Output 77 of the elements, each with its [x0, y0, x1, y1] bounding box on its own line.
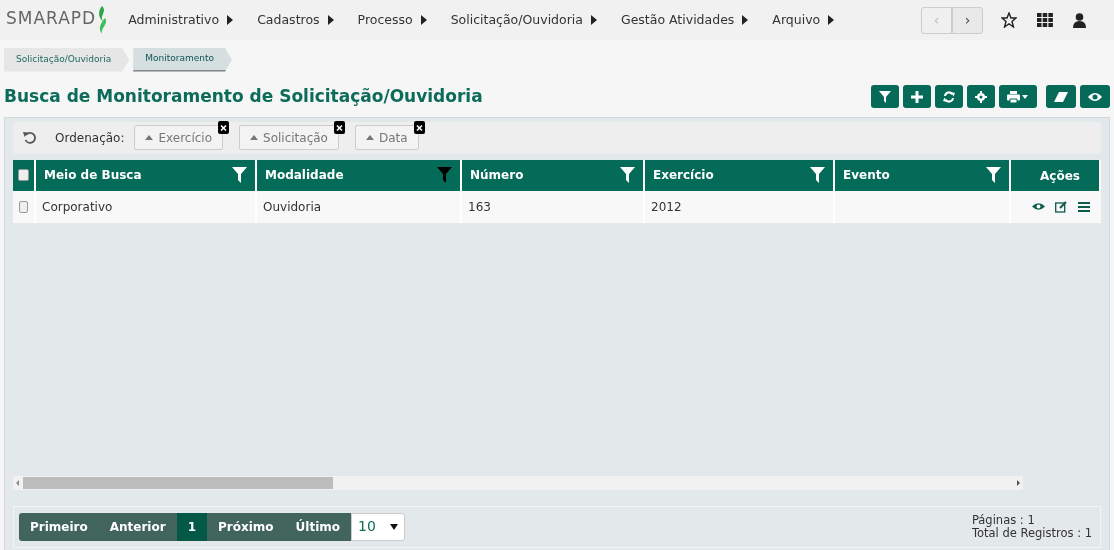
- page-button[interactable]: 1: [176, 512, 207, 541]
- sort-label: Ordenação:: [55, 129, 125, 147]
- sort-up-icon: [145, 135, 154, 140]
- print-button[interactable]: [999, 85, 1037, 108]
- table-cell: Corporativo: [36, 190, 257, 223]
- reset-icon[interactable]: [23, 130, 37, 145]
- menu-item[interactable]: Processo: [357, 10, 427, 30]
- menu-item[interactable]: Gestão Atividades: [620, 10, 749, 30]
- menu-item[interactable]: Administrativo: [128, 10, 234, 30]
- table-cell: 163: [462, 190, 645, 223]
- view-button[interactable]: [1080, 85, 1110, 108]
- view-icon[interactable]: [1032, 202, 1046, 211]
- sort-chip[interactable]: Exercício: [134, 125, 224, 150]
- page-button[interactable]: Último: [284, 512, 352, 541]
- sort-up-icon: [250, 135, 259, 140]
- page-size-select[interactable]: 10: [351, 512, 406, 541]
- table-cell: 2012: [645, 190, 835, 223]
- horizontal-scrollbar[interactable]: [13, 475, 1023, 490]
- user-icon[interactable]: [1073, 12, 1086, 28]
- filter-icon[interactable]: [810, 167, 825, 183]
- summary-text: Total de Registros : 1: [971, 526, 1092, 539]
- view-icon: [1088, 91, 1102, 102]
- leaf-icon: [96, 6, 109, 34]
- settings-icon: [975, 90, 987, 103]
- column-header: Modalidade: [265, 167, 344, 184]
- remove-icon[interactable]: [218, 121, 230, 134]
- column-header: Meio de Busca: [44, 167, 142, 184]
- menu-item[interactable]: Cadastros: [257, 10, 334, 30]
- apps-grid-icon[interactable]: [1037, 13, 1053, 27]
- column-header: Número: [470, 167, 524, 184]
- table-cell: Ouvidoria: [257, 190, 462, 223]
- filter-button[interactable]: [871, 85, 899, 108]
- remove-icon[interactable]: [333, 121, 345, 134]
- eraser-icon: [1054, 90, 1068, 103]
- caret-icon: [227, 15, 234, 25]
- caret-icon: [590, 15, 597, 25]
- filter-icon[interactable]: [437, 167, 452, 183]
- column-header: Exercício: [653, 167, 714, 184]
- star-icon[interactable]: [1001, 12, 1017, 28]
- column-header: Evento: [843, 167, 890, 184]
- menu-item[interactable]: Solicitação/Ouvidoria: [450, 10, 597, 30]
- menu-icon[interactable]: [1077, 201, 1090, 212]
- breadcrumb-item[interactable]: Solicitação/Ouvidoria: [4, 48, 130, 72]
- caret-icon: [327, 15, 334, 25]
- breadcrumb-item[interactable]: Monitoramento: [133, 48, 233, 72]
- caret-icon: [390, 523, 399, 530]
- page-button[interactable]: Próximo: [207, 512, 285, 541]
- filter-icon[interactable]: [986, 167, 1001, 183]
- sort-chip[interactable]: Data: [354, 125, 419, 150]
- forward-button[interactable]: ›: [952, 6, 983, 34]
- page-button[interactable]: Primeiro: [19, 512, 99, 541]
- refresh-button[interactable]: [935, 85, 963, 108]
- filter-icon[interactable]: [620, 167, 635, 183]
- add-icon: [911, 90, 923, 103]
- edit-icon[interactable]: [1055, 200, 1068, 213]
- select-all-checkbox[interactable]: [18, 169, 29, 181]
- summary-text: Páginas : 1: [971, 514, 1035, 527]
- remove-icon[interactable]: [413, 121, 425, 134]
- filter-icon: [879, 90, 891, 103]
- sort-up-icon: [365, 135, 374, 140]
- filter-icon[interactable]: [232, 167, 247, 183]
- logo[interactable]: SMARAPD: [6, 6, 109, 34]
- menu-item[interactable]: Arquivo: [772, 10, 835, 30]
- logo-text: SMARAPD: [6, 7, 97, 30]
- caret-icon: [420, 15, 427, 25]
- page-title: Busca de Monitoramento de Solicitação/Ouvidoria: [4, 86, 483, 107]
- sort-chip[interactable]: Solicitação: [239, 125, 339, 150]
- page-button[interactable]: Anterior: [98, 512, 177, 541]
- add-button[interactable]: [903, 85, 931, 108]
- caret-icon: [828, 15, 835, 25]
- settings-button[interactable]: [967, 85, 995, 108]
- print-icon: [1007, 90, 1029, 103]
- row-checkbox[interactable]: [19, 200, 28, 213]
- eraser-button[interactable]: [1046, 85, 1076, 108]
- refresh-icon: [943, 90, 955, 103]
- column-header: Ações: [1040, 167, 1080, 185]
- caret-icon: [742, 15, 749, 25]
